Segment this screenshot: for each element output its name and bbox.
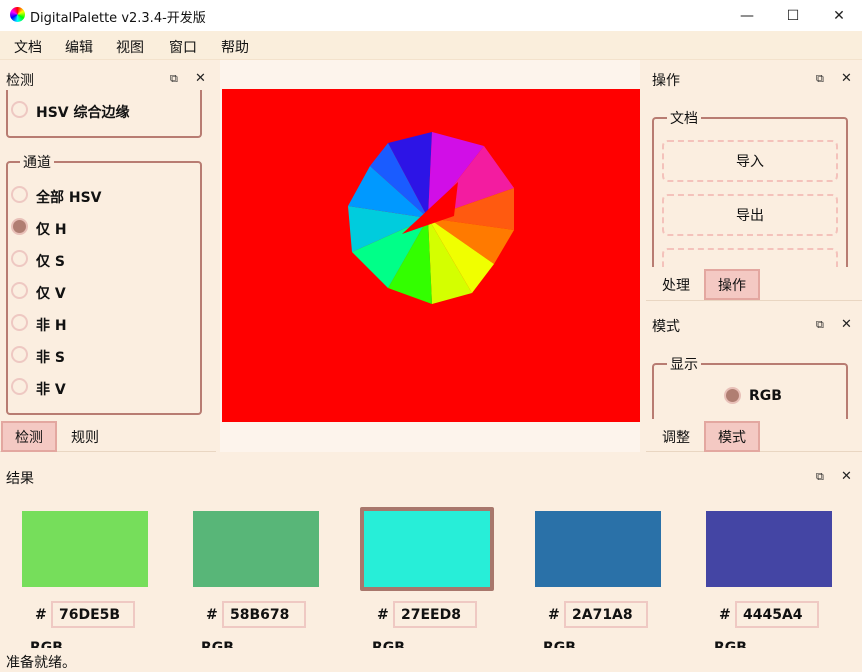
radio-channel-5[interactable]	[11, 346, 28, 363]
hex-input-2[interactable]: 27EED8	[393, 601, 477, 628]
hex-input-0[interactable]: 76DE5B	[51, 601, 135, 628]
menu-window[interactable]: 窗口	[169, 37, 197, 57]
tab-left-tabs-0[interactable]: 检测	[1, 421, 57, 452]
window-title: DigitalPalette v2.3.4-开发版	[30, 11, 206, 26]
image-svg	[348, 132, 514, 304]
radio-channel-4[interactable]	[11, 314, 28, 331]
radio-channel-label: 非 V	[36, 382, 66, 398]
rgb-label: RGB	[543, 640, 576, 648]
detect-panel-close-icon[interactable]: ✕	[195, 71, 206, 86]
results-panel-float-icon[interactable]: ⧉	[816, 470, 824, 484]
import-button[interactable]: 导入	[662, 140, 838, 182]
radio-hsv-edge-label: HSV 综合边缘	[36, 105, 130, 121]
radio-channel-6[interactable]	[11, 378, 28, 395]
hash-label: #	[35, 607, 47, 623]
maximize-button[interactable]: ☐	[770, 0, 816, 31]
hash-label: #	[377, 607, 389, 623]
minimize-button[interactable]: —	[724, 0, 770, 31]
rgb-label: RGB	[201, 640, 234, 648]
radio-rgb-label: RGB	[749, 388, 782, 404]
menu-help[interactable]: 帮助	[221, 37, 249, 57]
radio-rgb[interactable]	[724, 387, 741, 404]
image-canvas[interactable]	[222, 89, 640, 422]
hash-label: #	[719, 607, 731, 623]
tab-rt-tabs-0[interactable]: 处理	[648, 269, 704, 300]
mode-panel-close-icon[interactable]: ✕	[841, 317, 852, 332]
display-group-title: 显示	[667, 354, 701, 374]
detect-panel-float-icon[interactable]: ⧉	[170, 72, 178, 86]
rgb-label: RGB	[30, 640, 63, 648]
hash-label: #	[548, 607, 560, 623]
radio-channel-label: 非 S	[36, 350, 65, 366]
radio-channel-0[interactable]	[11, 186, 28, 203]
radio-channel-label: 全部 HSV	[36, 190, 102, 206]
results-panel-title: 结果	[6, 471, 34, 487]
status-text: 准备就绪。	[6, 655, 76, 671]
operate-panel-close-icon[interactable]: ✕	[841, 71, 852, 86]
results-panel-close-icon[interactable]: ✕	[841, 469, 852, 484]
menu-file[interactable]: 文档	[14, 37, 42, 57]
app-logo-icon	[10, 7, 25, 22]
radio-channel-2[interactable]	[11, 250, 28, 267]
hex-input-1[interactable]: 58B678	[222, 601, 306, 628]
close-window-button[interactable]: ✕	[816, 0, 862, 31]
tab-rt-tabs-1[interactable]: 操作	[704, 269, 760, 300]
tab-bar-line	[646, 300, 862, 301]
mode-panel-float-icon[interactable]: ⧉	[816, 318, 824, 332]
color-swatch-1[interactable]	[193, 511, 319, 587]
tab-rb-tabs-1[interactable]: 模式	[704, 421, 760, 452]
radio-channel-label: 仅 H	[36, 222, 67, 238]
rgb-label: RGB	[372, 640, 405, 648]
hash-label: #	[206, 607, 218, 623]
radio-channel-label: 仅 V	[36, 286, 66, 302]
radio-channel-3[interactable]	[11, 282, 28, 299]
color-swatch-0[interactable]	[22, 511, 148, 587]
export-button[interactable]: 导出	[662, 194, 838, 236]
document-group-title: 文档	[667, 108, 701, 128]
more-button[interactable]: ....	[662, 248, 838, 267]
radio-channel-1[interactable]	[11, 218, 28, 235]
clipped-button-wrap: ....	[662, 248, 838, 267]
tab-left-tabs-1[interactable]: 规则	[57, 421, 113, 452]
tab-rb-tabs-0[interactable]: 调整	[648, 421, 704, 452]
radio-channel-label: 仅 S	[36, 254, 65, 270]
channel-group-title: 通道	[20, 152, 54, 172]
color-swatch-3[interactable]	[535, 511, 661, 587]
color-swatch-2[interactable]	[364, 511, 490, 587]
radio-hsv-edge[interactable]	[11, 101, 28, 118]
mode-panel-title: 模式	[652, 319, 680, 335]
menu-edit[interactable]: 编辑	[65, 37, 93, 57]
operate-panel-float-icon[interactable]: ⧉	[816, 72, 824, 86]
status-bar	[0, 648, 862, 672]
hex-input-3[interactable]: 2A71A8	[564, 601, 648, 628]
radio-channel-label: 非 H	[36, 318, 67, 334]
operate-panel-title: 操作	[652, 73, 680, 89]
menu-view[interactable]: 视图	[116, 37, 144, 57]
hex-input-4[interactable]: 4445A4	[735, 601, 819, 628]
detect-panel-title: 检测	[6, 73, 34, 89]
rgb-label: RGB	[714, 640, 747, 648]
color-swatch-4[interactable]	[706, 511, 832, 587]
